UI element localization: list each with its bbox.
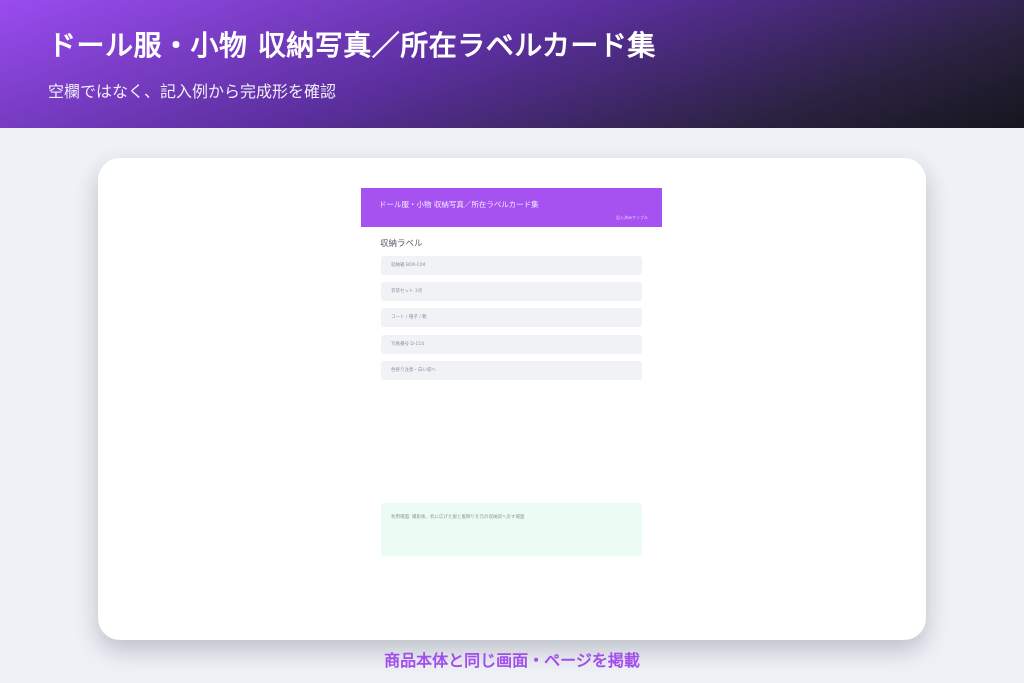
hero-banner: ドール服・小物 収納写真／所在ラベルカード集 空欄ではなく、記入例から完成形を確… [0,0,1024,128]
label-field-text: 衣装セット 3点 [391,289,423,294]
label-card-document: ドール服・小物 収納写真／所在ラベルカード集 記入済みサンプル 収納ラベル 収納… [361,188,662,568]
footer-caption: 商品本体と同じ画面・ページを掲載 [384,651,640,670]
label-field: 収納箱 BOX-C04 [381,256,642,275]
preview-card: ドール服・小物 収納写真／所在ラベルカード集 記入済みサンプル 収納ラベル 収納… [98,158,926,640]
label-field: コート / 帽子 / 靴 [381,308,642,327]
label-field-text: 収納箱 BOX-C04 [391,263,426,268]
label-field-text: コート / 帽子 / 靴 [391,315,427,320]
label-field: 色移り注意・白い袋へ [381,361,642,380]
label-field-text: 写真番号 D-114 [391,342,425,347]
document-title: ドール服・小物 収納写真／所在ラベルカード集 [379,200,539,209]
label-field: 写真番号 D-114 [381,335,642,354]
page-title: ドール服・小物 収納写真／所在ラベルカード集 [48,29,656,62]
page-subtitle: 空欄ではなく、記入例から完成形を確認 [48,82,337,101]
label-field-text: 色移り注意・白い袋へ [391,368,436,373]
usage-memo-text: 利用場面: 撮影後、机に広げた服と髪飾りを元の収納袋へ戻す場面 [391,515,525,520]
document-header: ドール服・小物 収納写真／所在ラベルカード集 記入済みサンプル [361,188,662,227]
section-title: 収納ラベル [380,239,423,249]
label-field: 衣装セット 3点 [381,282,642,301]
sample-note: 記入済みサンプル [616,215,648,220]
usage-memo: 利用場面: 撮影後、机に広げた服と髪飾りを元の収納袋へ戻す場面 [381,503,642,556]
